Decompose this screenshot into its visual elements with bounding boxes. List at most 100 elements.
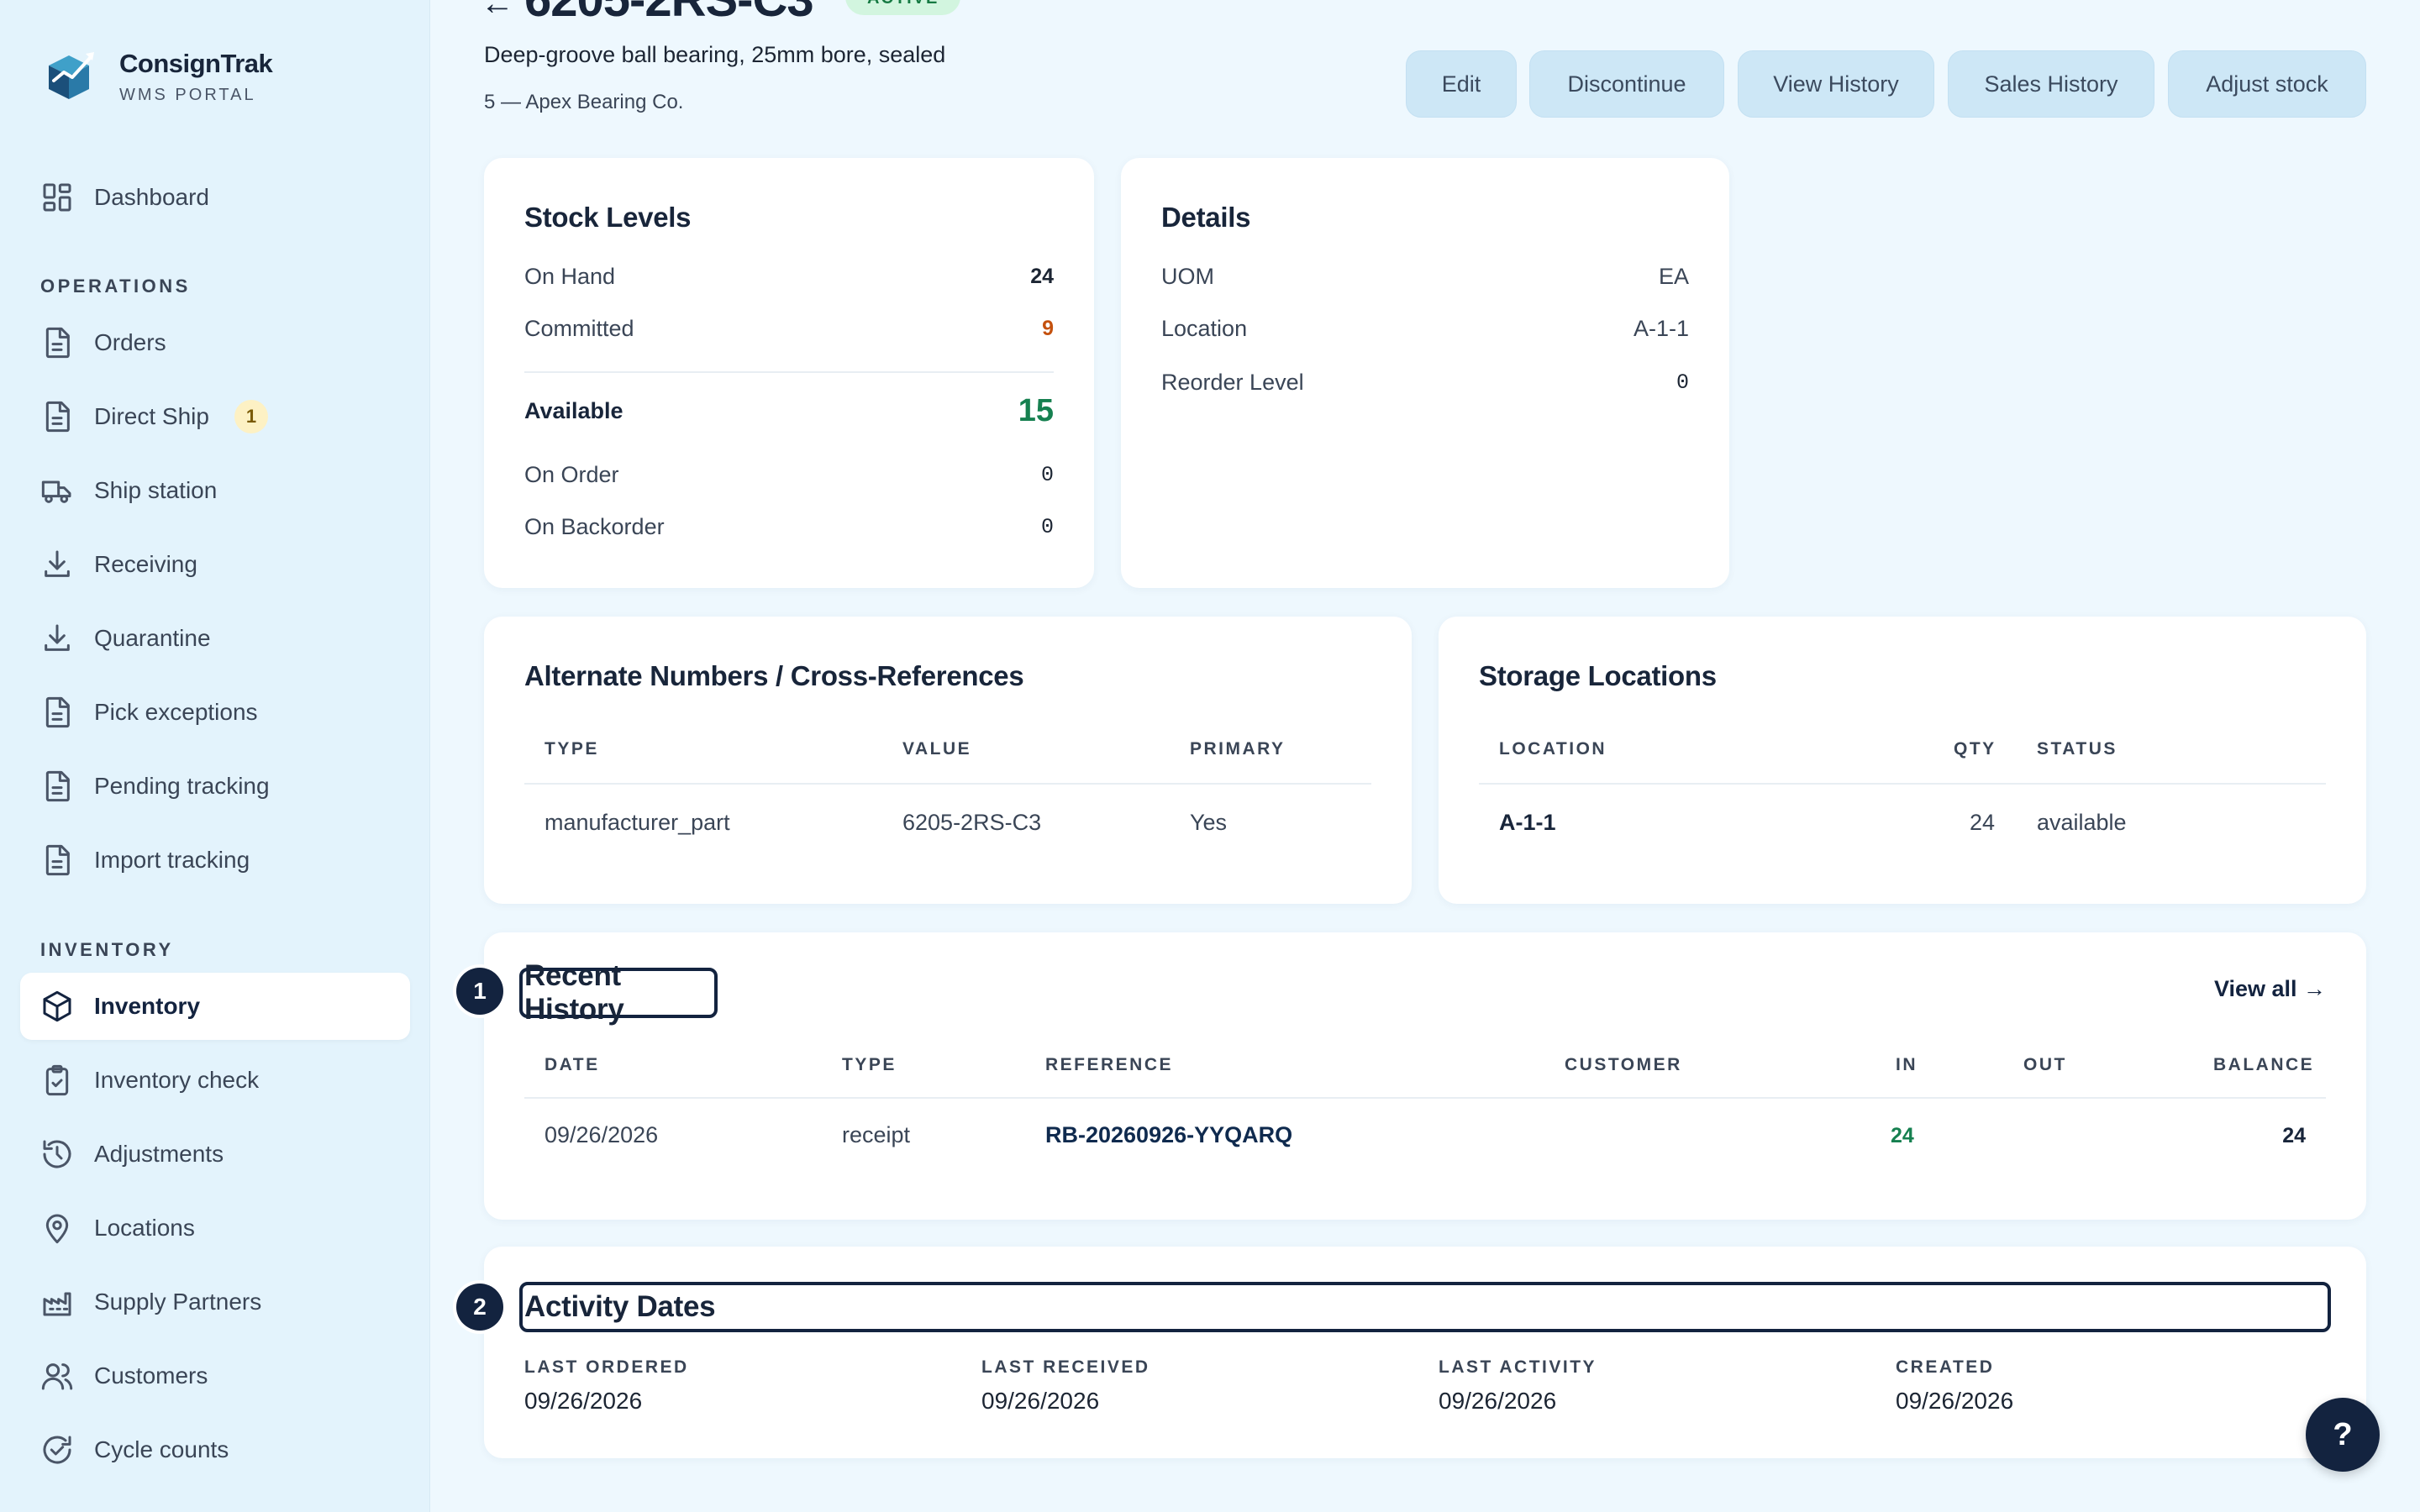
- committed-row: Committed 9: [524, 316, 1054, 342]
- sidebar-item-pending-tracking[interactable]: Pending tracking: [20, 753, 410, 820]
- sidebar-item-label: Pending tracking: [94, 773, 270, 799]
- column-header-value: VALUE: [902, 739, 972, 759]
- divider: [1479, 783, 2326, 785]
- on-backorder-label: On Backorder: [524, 514, 665, 539]
- nav-section-operations: OPERATIONS: [40, 276, 191, 297]
- activity-dates-card: Activity Dates LAST ORDERED 09/26/2026 L…: [484, 1247, 2366, 1458]
- sidebar-item-locations[interactable]: Locations: [20, 1194, 410, 1262]
- column-header-customer: CUSTOMER: [1565, 1055, 1682, 1074]
- recent-history-title: Recent History: [519, 959, 718, 1026]
- document-icon: [40, 326, 74, 360]
- created-label: CREATED: [1896, 1357, 1995, 1377]
- sidebar-item-import-tracking[interactable]: Import tracking: [20, 827, 410, 894]
- sidebar-item-supply-partners[interactable]: Supply Partners: [20, 1268, 410, 1336]
- map-pin-icon: [40, 1211, 74, 1245]
- sidebar-item-ship-station[interactable]: Ship station: [20, 457, 410, 524]
- download-icon: [40, 548, 74, 581]
- nav-section-inventory: INVENTORY: [40, 939, 174, 960]
- location-value: A-1-1: [1633, 316, 1689, 341]
- column-header-reference: REFERENCE: [1045, 1055, 1174, 1074]
- sidebar-item-dashboard[interactable]: Dashboard: [20, 164, 410, 231]
- sidebar-item-label: Dashboard: [94, 184, 209, 210]
- sidebar-item-direct-ship[interactable]: Direct Ship 1: [20, 383, 410, 450]
- storage-location-cell[interactable]: A-1-1: [1499, 810, 1556, 836]
- brand-name: ConsignTrak: [119, 48, 273, 78]
- storage-qty-cell: 24: [1970, 810, 1996, 835]
- sidebar-item-label: Locations: [94, 1215, 195, 1241]
- alternate-value-cell: 6205-2RS-C3: [902, 810, 1042, 835]
- storage-locations-card: Storage Locations LOCATION QTY STATUS A-…: [1439, 617, 2366, 904]
- discontinue-button[interactable]: Discontinue: [1529, 50, 1724, 118]
- sidebar-item-label: Adjustments: [94, 1141, 224, 1167]
- document-icon: [40, 696, 74, 729]
- uom-row: UOM EA: [1161, 264, 1689, 290]
- last-received-label: LAST RECEIVED: [981, 1357, 1150, 1377]
- sidebar-item-inventory[interactable]: Inventory: [20, 973, 410, 1040]
- history-type-cell: receipt: [842, 1122, 911, 1147]
- step-marker-2: 2: [456, 1284, 503, 1331]
- sidebar-item-label: Inventory check: [94, 1067, 260, 1093]
- column-header-qty: QTY: [1954, 739, 1996, 759]
- truck-icon: [40, 474, 74, 507]
- details-card: Details UOM EA Location A-1-1 Reorder Le…: [1121, 158, 1729, 588]
- uom-value: EA: [1658, 264, 1689, 289]
- sidebar-item-label: Pick exceptions: [94, 699, 258, 725]
- sidebar-item-label: Quarantine: [94, 625, 211, 651]
- history-reference-link[interactable]: RB-20260926-YYQARQ: [1045, 1122, 1292, 1148]
- column-header-balance: BALANCE: [2213, 1055, 2315, 1074]
- sidebar-item-adjustments[interactable]: Adjustments: [20, 1121, 410, 1188]
- brand[interactable]: ConsignTrak WMS PORTAL: [40, 47, 273, 106]
- sidebar-item-receiving[interactable]: Receiving: [20, 531, 410, 598]
- sidebar-item-label: Inventory: [94, 993, 201, 1019]
- cube-icon: [40, 990, 74, 1023]
- sidebar-item-label: Orders: [94, 329, 166, 355]
- clipboard-check-icon: [40, 1063, 74, 1097]
- reorder-level-value: 0: [1676, 370, 1689, 395]
- alternate-numbers-card: Alternate Numbers / Cross-References TYP…: [484, 617, 1412, 904]
- on-hand-label: On Hand: [524, 264, 616, 289]
- sidebar-item-customers[interactable]: Customers: [20, 1342, 410, 1410]
- sidebar-item-inventory-check[interactable]: Inventory check: [20, 1047, 410, 1114]
- sidebar-item-orders[interactable]: Orders: [20, 309, 410, 376]
- on-hand-row: On Hand 24: [524, 264, 1054, 290]
- column-header-status: STATUS: [2037, 739, 2118, 759]
- sidebar-item-label: Import tracking: [94, 847, 250, 873]
- view-history-button[interactable]: View History: [1738, 50, 1934, 118]
- column-header-type: TYPE: [544, 739, 599, 759]
- on-backorder-row: On Backorder 0: [524, 514, 1054, 540]
- back-button[interactable]: ←: [481, 0, 514, 23]
- sidebar-item-label: Receiving: [94, 551, 197, 577]
- adjust-stock-button[interactable]: Adjust stock: [2168, 50, 2366, 118]
- edit-button[interactable]: Edit: [1406, 50, 1517, 118]
- document-icon: [40, 769, 74, 803]
- column-header-location: LOCATION: [1499, 739, 1607, 759]
- step-marker-1: 1: [456, 968, 503, 1015]
- sidebar-item-quarantine[interactable]: Quarantine: [20, 605, 410, 672]
- divider: [524, 783, 1371, 785]
- sidebar: ConsignTrak WMS PORTAL Dashboard OPERATI…: [0, 0, 430, 1512]
- view-all-link[interactable]: View all →: [2214, 976, 2326, 1002]
- refresh-check-icon: [40, 1433, 74, 1467]
- sidebar-item-label: Ship station: [94, 477, 218, 503]
- committed-value: 9: [1042, 317, 1054, 340]
- card-title: Alternate Numbers / Cross-References: [524, 660, 1024, 691]
- location-label: Location: [1161, 316, 1248, 341]
- activity-dates-title: Activity Dates: [519, 1282, 2331, 1332]
- alternate-primary-cell: Yes: [1190, 810, 1228, 835]
- storage-status-cell: available: [2037, 810, 2127, 835]
- help-button[interactable]: ?: [2306, 1398, 2380, 1472]
- created-value: 09/26/2026: [1896, 1388, 2014, 1414]
- sidebar-item-pick-exceptions[interactable]: Pick exceptions: [20, 679, 410, 746]
- on-order-label: On Order: [524, 462, 619, 487]
- card-title: Storage Locations: [1479, 660, 1717, 691]
- last-received-value: 09/26/2026: [981, 1388, 1100, 1414]
- sidebar-item-cycle-counts[interactable]: Cycle counts: [20, 1416, 410, 1483]
- sales-history-button[interactable]: Sales History: [1948, 50, 2154, 118]
- factory-icon: [40, 1285, 74, 1319]
- stock-levels-card: Stock Levels On Hand 24 Committed 9 Avai…: [484, 158, 1094, 588]
- location-row: Location A-1-1: [1161, 316, 1689, 342]
- brand-logo-icon: [49, 52, 94, 99]
- sidebar-item-label: Customers: [94, 1362, 208, 1389]
- available-row: Available 15: [524, 393, 1054, 429]
- status-badge: ACTIVE: [845, 0, 961, 15]
